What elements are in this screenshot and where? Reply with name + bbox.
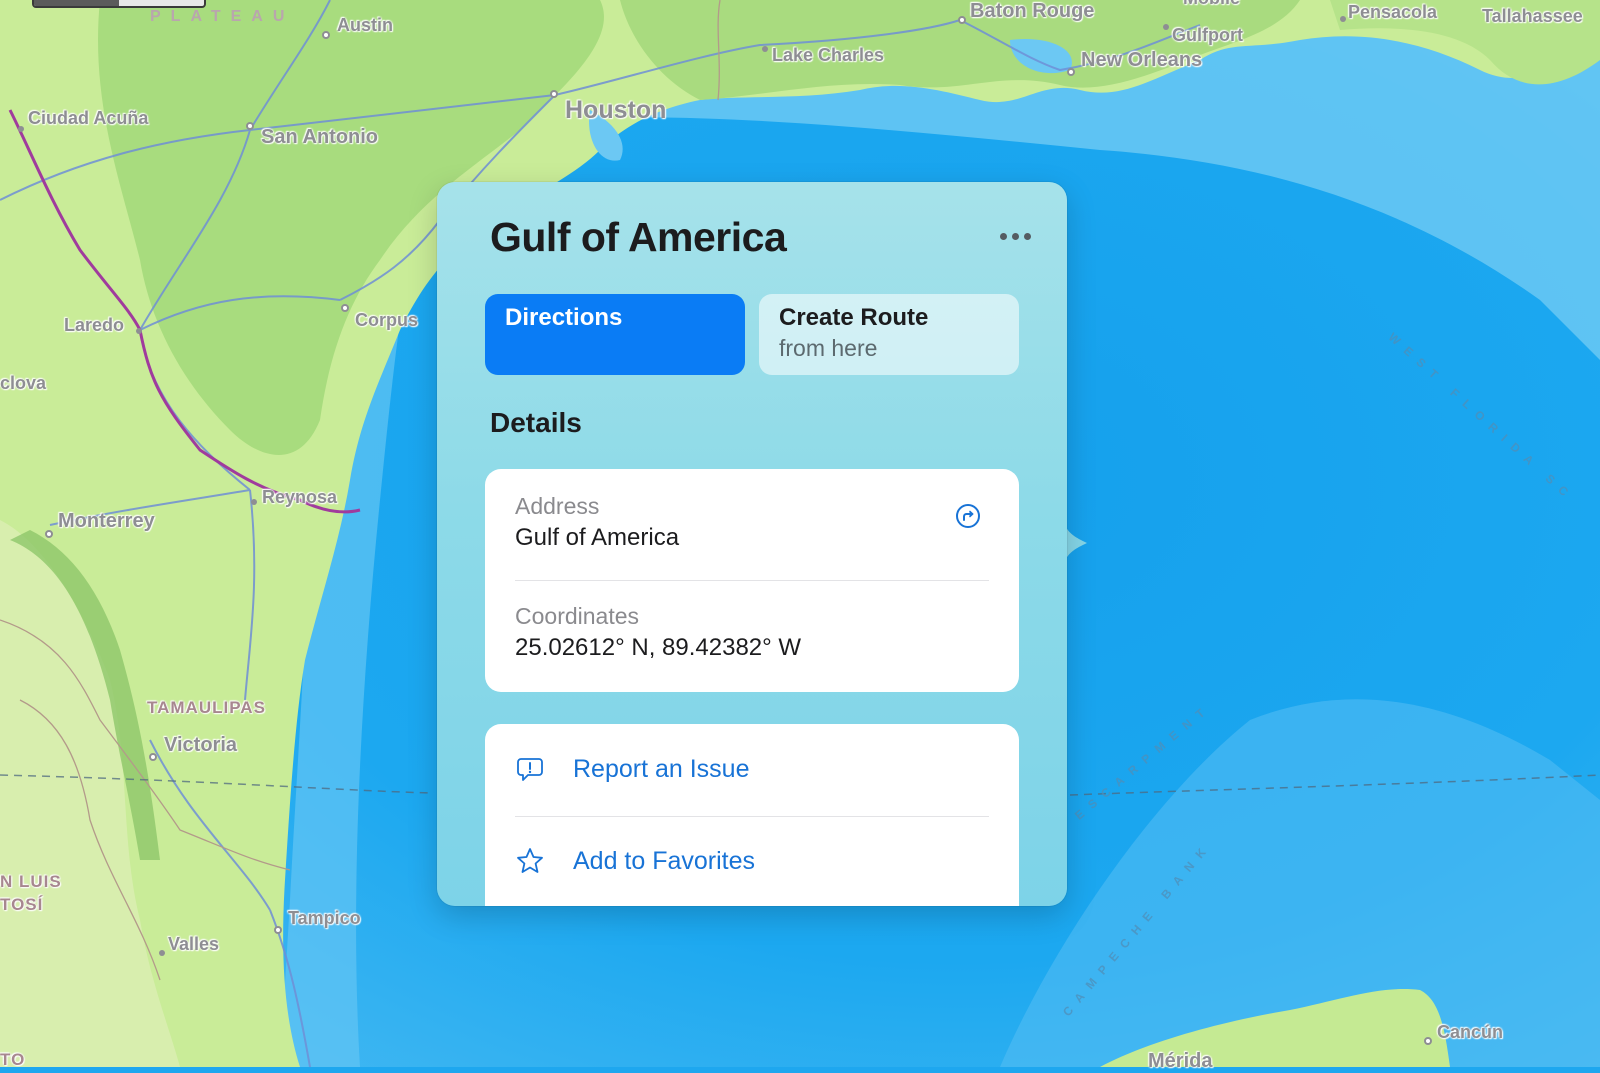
place-label-houston[interactable]: Houston [565, 96, 666, 125]
place-label-laredo[interactable]: Laredo [64, 315, 124, 336]
report-issue-icon [515, 754, 545, 784]
region-label-guanajuato: TO [0, 1050, 26, 1069]
ellipsis-icon [999, 232, 1007, 240]
place-label-san-antonio[interactable]: San Antonio [261, 126, 378, 149]
city-marker-corpus-christi[interactable] [341, 304, 349, 312]
city-marker-austin[interactable] [322, 31, 330, 39]
place-label-mobile[interactable]: Mobile [1183, 0, 1240, 9]
place-label-monterrey[interactable]: Monterrey [58, 510, 155, 533]
place-label-new-orleans[interactable]: New Orleans [1081, 49, 1202, 72]
city-marker-ciudad-acuna[interactable] [18, 126, 24, 132]
details-divider [515, 580, 989, 581]
coordinates-label: Coordinates [515, 603, 640, 629]
report-issue-button[interactable]: Report an Issue [515, 734, 989, 804]
city-marker-victoria[interactable] [149, 753, 157, 761]
scale-bar [32, 0, 206, 8]
place-card-popover: Gulf of America Directions Create Route … [437, 182, 1067, 906]
city-marker-baton-rouge[interactable] [958, 16, 966, 24]
share-address-icon[interactable] [955, 503, 981, 529]
report-issue-label: Report an Issue [573, 754, 750, 783]
address-row: Address Gulf of America [515, 493, 989, 552]
city-marker-valles[interactable] [159, 950, 165, 956]
place-label-ciudad-acuna[interactable]: Ciudad Acuña [28, 108, 148, 129]
place-label-pensacola[interactable]: Pensacola [1348, 2, 1437, 23]
place-label-baton-rouge[interactable]: Baton Rouge [970, 0, 1094, 23]
add-to-favorites-label: Add to Favorites [573, 846, 756, 875]
place-label-monclova[interactable]: clova [0, 373, 46, 394]
place-label-corpus[interactable]: Corpus [355, 310, 418, 331]
city-marker-houston[interactable] [550, 90, 558, 98]
add-to-favorites-button[interactable]: Add to Favorites [515, 826, 989, 896]
place-label-victoria[interactable]: Victoria [164, 734, 237, 757]
address-label: Address [515, 493, 600, 519]
directions-label: Directions [505, 304, 623, 331]
actions-card: Report an Issue Add to Favorites [485, 724, 1019, 906]
ellipsis-icon [1023, 232, 1031, 240]
city-marker-gulfport[interactable] [1163, 24, 1169, 30]
popover-arrow [1065, 525, 1087, 561]
coordinates-row: Coordinates 25.02612° N, 89.42382° W [515, 603, 989, 662]
region-label-plateau: PLATEAU [150, 8, 295, 25]
ellipsis-icon [1011, 232, 1019, 240]
scale-bar-fill [34, 0, 119, 6]
place-title: Gulf of America [490, 214, 787, 260]
more-options-button[interactable] [997, 228, 1033, 244]
region-label-tamaulipas: TAMAULIPAS [147, 698, 266, 717]
place-label-valles[interactable]: Valles [168, 934, 219, 955]
create-route-sublabel: from here [779, 335, 878, 361]
city-marker-tampico[interactable] [274, 926, 282, 934]
create-route-label: Create Route [779, 304, 929, 331]
city-marker-pensacola[interactable] [1340, 16, 1346, 22]
place-label-tampico[interactable]: Tampico [288, 908, 361, 929]
actions-divider [515, 816, 989, 817]
city-marker-cancun[interactable] [1424, 1037, 1432, 1045]
city-marker-new-orleans[interactable] [1067, 68, 1075, 76]
city-marker-san-antonio[interactable] [246, 122, 254, 130]
city-marker-reynosa[interactable] [251, 499, 257, 505]
place-label-gulfport[interactable]: Gulfport [1172, 25, 1243, 46]
details-heading: Details [490, 407, 582, 438]
place-label-merida[interactable]: Mérida [1148, 1050, 1212, 1073]
region-label-san-luis-potosi-1: N LUIS [0, 872, 62, 891]
place-label-lake-charles[interactable]: Lake Charles [772, 45, 884, 66]
city-marker-laredo[interactable] [136, 328, 142, 334]
city-marker-lake-charles[interactable] [762, 46, 768, 52]
details-card: Address Gulf of America Coordinates 25.0… [485, 469, 1019, 692]
directions-button[interactable]: Directions [485, 294, 745, 375]
place-label-cancun[interactable]: Cancún [1437, 1022, 1503, 1043]
coordinates-value[interactable]: 25.02612° N, 89.42382° W [515, 634, 989, 662]
region-label-san-luis-potosi-2: TOSÍ [0, 895, 44, 914]
place-label-austin[interactable]: Austin [337, 15, 393, 36]
place-label-tallahassee[interactable]: Tallahassee [1482, 6, 1583, 27]
city-marker-monterrey[interactable] [45, 530, 53, 538]
address-value[interactable]: Gulf of America [515, 524, 989, 552]
star-icon [515, 846, 545, 876]
place-label-reynosa[interactable]: Reynosa [262, 487, 337, 508]
create-route-button[interactable]: Create Route from here [759, 294, 1019, 375]
